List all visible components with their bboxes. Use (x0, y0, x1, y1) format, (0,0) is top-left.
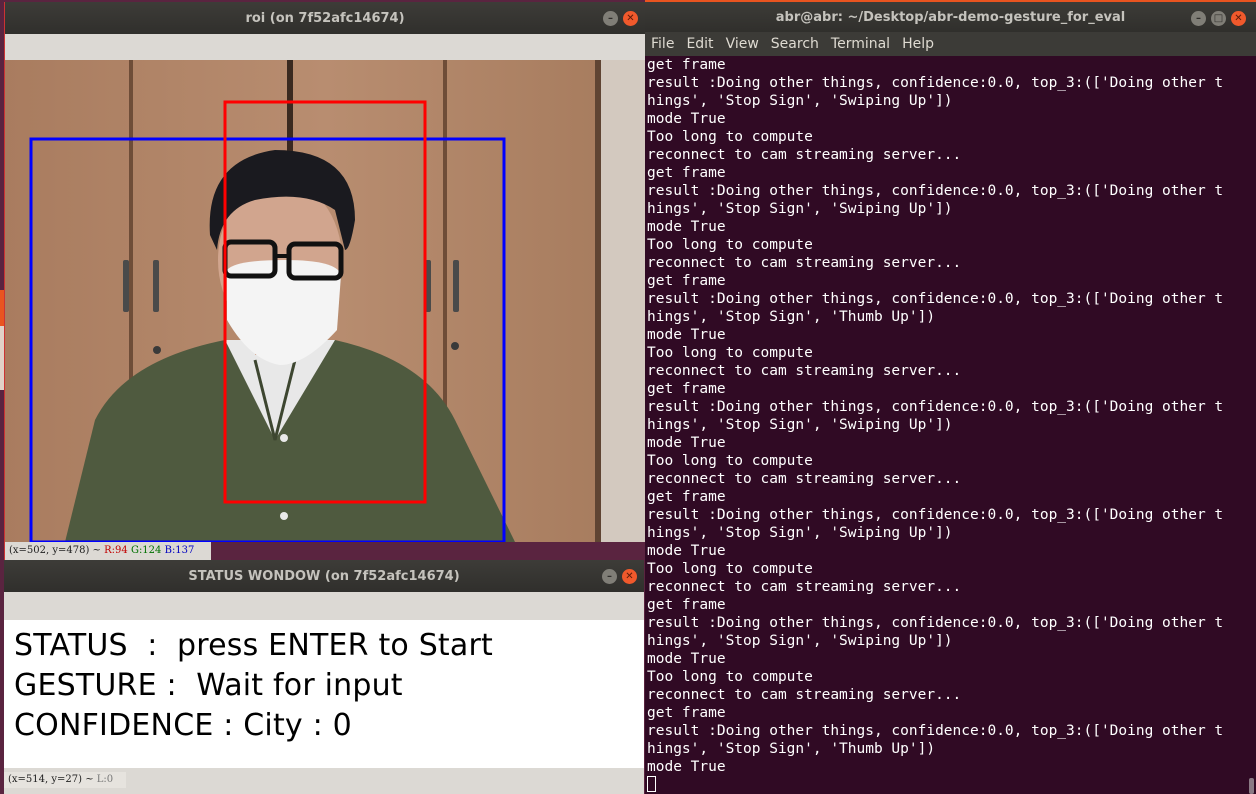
status-line: STATUS : press ENTER to Start (14, 628, 493, 663)
terminal-line: Too long to compute (647, 561, 813, 577)
terminal-line: mode True (647, 651, 726, 667)
terminal-line: result :Doing other things, confidence:0… (647, 399, 1224, 415)
terminal-line: mode True (647, 111, 726, 127)
terminal-line: mode True (647, 543, 726, 559)
terminal-output[interactable]: get frame result :Doing other things, con… (647, 56, 1247, 794)
menu-search[interactable]: Search (771, 36, 819, 52)
terminal-scrollbar[interactable] (1249, 778, 1254, 794)
roi-toolbar (5, 34, 645, 61)
terminal-line: reconnect to cam streaming server... (647, 687, 962, 703)
terminal-line: hings', 'Stop Sign', 'Swiping Up']) (647, 93, 953, 109)
terminal-line: hings', 'Stop Sign', 'Thumb Up']) (647, 309, 936, 325)
roi-window-titlebar[interactable]: roi (on 7f52afc14674) – ✕ (5, 2, 645, 34)
roi-window: roi (on 7f52afc14674) – ✕ (x=502, y=478)… (4, 2, 645, 560)
terminal-line: mode True (647, 759, 726, 775)
status-cursor-pos: (x=514, y=27) ~ (8, 774, 94, 785)
terminal-line: reconnect to cam streaming server... (647, 147, 962, 163)
terminal-line: get frame (647, 57, 726, 73)
status-luma-value: L:0 (96, 774, 114, 785)
terminal-line: get frame (647, 705, 726, 721)
terminal-line: result :Doing other things, confidence:0… (647, 291, 1224, 307)
terminal-line: result :Doing other things, confidence:0… (647, 723, 1224, 739)
terminal-line: get frame (647, 597, 726, 613)
terminal-titlebar[interactable]: abr@abr: ~/Desktop/abr-demo-gesture_for_… (645, 0, 1256, 32)
menu-file[interactable]: File (651, 36, 674, 52)
close-icon[interactable]: ✕ (622, 569, 637, 584)
status-window-titlebar[interactable]: STATUS WONDOW (on 7f52afc14674) – ✕ (4, 560, 644, 592)
terminal-line: result :Doing other things, confidence:0… (647, 183, 1224, 199)
camera-frame (5, 60, 645, 542)
menu-terminal[interactable]: Terminal (831, 36, 890, 52)
terminal-line: hings', 'Stop Sign', 'Swiping Up']) (647, 525, 953, 541)
minimize-icon[interactable]: – (1191, 11, 1206, 26)
close-icon[interactable]: ✕ (1231, 11, 1246, 26)
roi-red-value: R:94 (104, 545, 128, 556)
terminal-line: result :Doing other things, confidence:0… (647, 507, 1224, 523)
status-statusbar: (x=514, y=27) ~ L:0 (4, 772, 126, 788)
terminal-line: reconnect to cam streaming server... (647, 471, 962, 487)
terminal-line: mode True (647, 219, 726, 235)
terminal-line: result :Doing other things, confidence:0… (647, 75, 1224, 91)
gesture-line: GESTURE : Wait for input (14, 668, 403, 703)
status-window: STATUS WONDOW (on 7f52afc14674) – ✕ STAT… (4, 560, 644, 794)
terminal-window: abr@abr: ~/Desktop/abr-demo-gesture_for_… (645, 0, 1256, 794)
roi-blue-value: B:137 (164, 545, 195, 556)
maximize-icon[interactable]: □ (1211, 11, 1226, 26)
minimize-icon[interactable]: – (603, 11, 618, 26)
status-toolbar (4, 592, 644, 621)
terminal-line: Too long to compute (647, 345, 813, 361)
terminal-line: get frame (647, 273, 726, 289)
camera-view[interactable] (5, 60, 645, 542)
menu-help[interactable]: Help (902, 36, 934, 52)
menu-edit[interactable]: Edit (686, 36, 713, 52)
terminal-line: hings', 'Stop Sign', 'Thumb Up']) (647, 741, 936, 757)
terminal-line: get frame (647, 165, 726, 181)
terminal-line: reconnect to cam streaming server... (647, 579, 962, 595)
minimize-icon[interactable]: – (602, 569, 617, 584)
terminal-line: mode True (647, 327, 726, 343)
terminal-line: Too long to compute (647, 453, 813, 469)
roi-green-value: G:124 (130, 545, 162, 556)
terminal-line: mode True (647, 435, 726, 451)
terminal-line: Too long to compute (647, 669, 813, 685)
terminal-line: Too long to compute (647, 237, 813, 253)
terminal-cursor (647, 776, 656, 792)
terminal-line: reconnect to cam streaming server... (647, 363, 962, 379)
terminal-line: Too long to compute (647, 129, 813, 145)
terminal-line: result :Doing other things, confidence:0… (647, 615, 1224, 631)
roi-cursor-pos: (x=502, y=478) ~ (9, 545, 101, 556)
terminal-line: hings', 'Stop Sign', 'Swiping Up']) (647, 417, 953, 433)
terminal-line: hings', 'Stop Sign', 'Swiping Up']) (647, 201, 953, 217)
terminal-line: get frame (647, 489, 726, 505)
terminal-line: hings', 'Stop Sign', 'Swiping Up']) (647, 633, 953, 649)
status-panel[interactable]: STATUS : press ENTER to Start GESTURE : … (4, 620, 644, 768)
roi-statusbar: (x=502, y=478) ~ R:94 G:124 B:137 (5, 542, 211, 560)
terminal-line: reconnect to cam streaming server... (647, 255, 962, 271)
menu-view[interactable]: View (726, 36, 759, 52)
terminal-line: get frame (647, 381, 726, 397)
terminal-title: abr@abr: ~/Desktop/abr-demo-gesture_for_… (775, 9, 1126, 25)
close-icon[interactable]: ✕ (623, 11, 638, 26)
status-window-title: STATUS WONDOW (on 7f52afc14674) (188, 568, 460, 584)
terminal-menubar: File Edit View Search Terminal Help (645, 32, 1256, 56)
confidence-line: CONFIDENCE : City : 0 (14, 708, 352, 743)
roi-window-title: roi (on 7f52afc14674) (245, 10, 405, 26)
